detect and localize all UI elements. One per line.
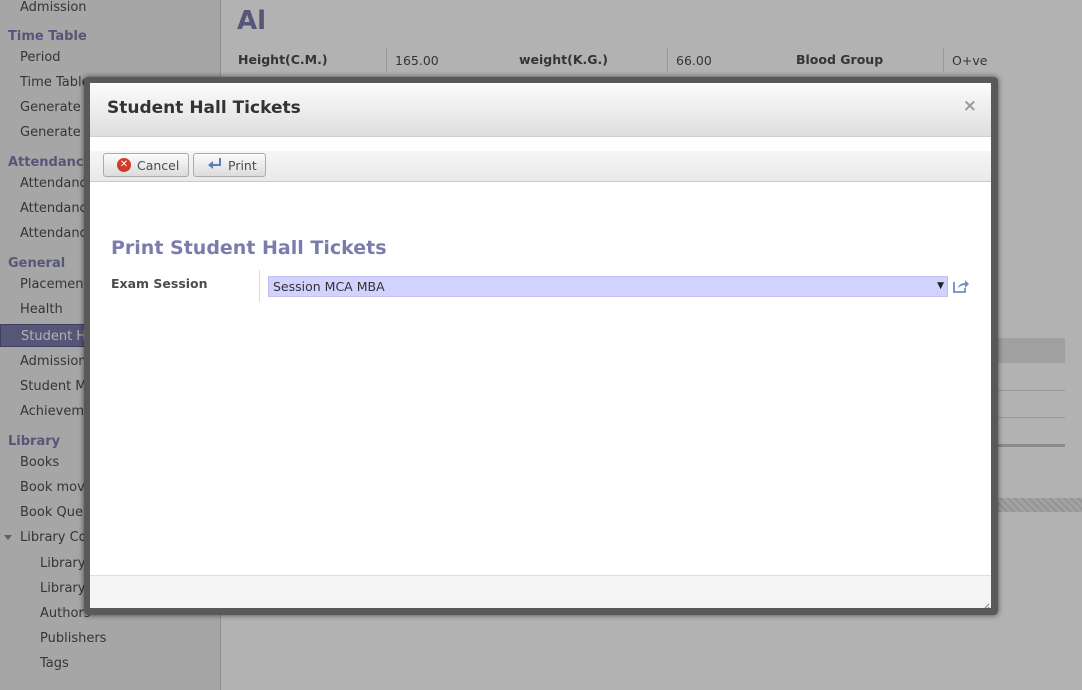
dropdown-arrow-icon[interactable]: ▼ <box>937 277 944 296</box>
dialog-toolbar: ✕ Cancel Print <box>90 151 991 182</box>
dialog-header: Student Hall Tickets × <box>90 83 991 137</box>
cancel-button-label: Cancel <box>137 157 180 173</box>
close-icon[interactable]: × <box>963 96 977 116</box>
hall-ticket-dialog: Student Hall Tickets × ✕ Cancel Print Pr… <box>84 77 998 615</box>
dialog-footer <box>90 575 991 608</box>
dialog-title: Student Hall Tickets <box>107 98 301 118</box>
print-icon <box>206 157 222 174</box>
dialog-content: Student Hall Tickets × ✕ Cancel Print Pr… <box>90 83 991 608</box>
print-button[interactable]: Print <box>193 153 266 177</box>
print-button-label: Print <box>228 157 257 173</box>
divider <box>259 270 260 302</box>
cancel-button[interactable]: ✕ Cancel <box>103 153 189 177</box>
exam-session-value: Session MCA MBA <box>273 279 385 294</box>
resize-grip-icon[interactable] <box>982 600 990 608</box>
cancel-icon: ✕ <box>117 158 131 172</box>
form-title: Print Student Hall Tickets <box>111 237 387 259</box>
exam-session-label: Exam Session <box>111 276 208 291</box>
external-link-icon[interactable] <box>952 278 970 294</box>
exam-session-select[interactable]: Session MCA MBA ▼ <box>268 276 948 297</box>
dialog-body: Print Student Hall Tickets Exam Session … <box>90 182 991 575</box>
